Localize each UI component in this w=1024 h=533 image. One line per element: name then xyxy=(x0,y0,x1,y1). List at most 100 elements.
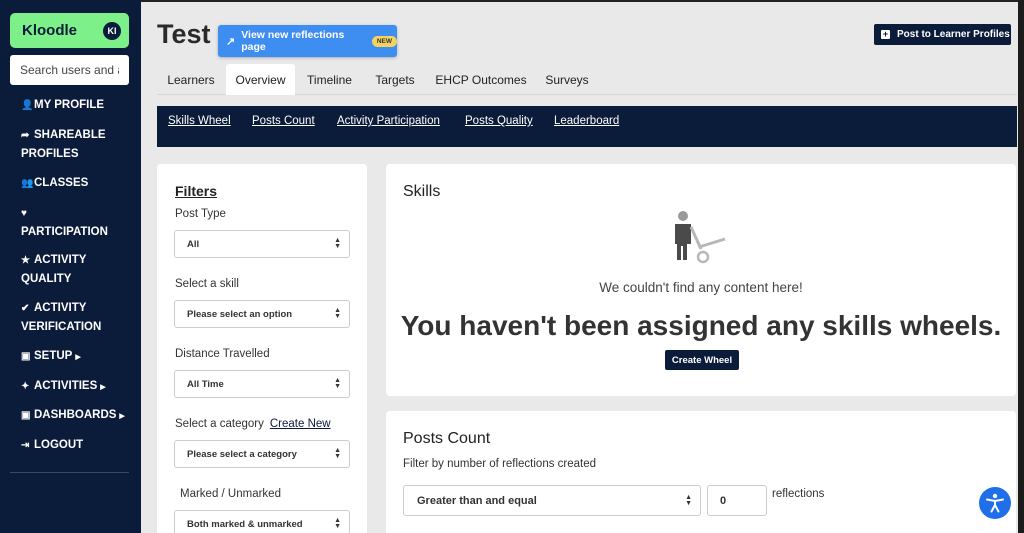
search-users-input[interactable] xyxy=(10,55,129,85)
posts-count-card: Posts Count Filter by number of reflecti… xyxy=(386,411,1016,533)
marked-select[interactable]: Both marked & unmarked ▲ ▼ xyxy=(174,510,350,533)
sidebar-item-label: LOGOUT xyxy=(34,439,84,451)
sidebar-item-label: PARTICIPATION xyxy=(21,226,108,238)
skills-title: Skills xyxy=(403,183,441,200)
window-top-border xyxy=(0,0,1024,2)
sidebar-item-label: MY PROFILE xyxy=(34,99,105,111)
select-arrows-icon: ▲ ▼ xyxy=(685,494,692,507)
empty-headline: You haven't been assigned any skills whe… xyxy=(400,310,1002,341)
brand-logo[interactable]: Kloodle KI xyxy=(10,13,129,48)
sidebar-item-activity-verification[interactable]: ✔ ACTIVITY VERIFICATION xyxy=(21,299,133,336)
setup-icon: ▣ xyxy=(21,351,31,362)
caret-right-icon: ▶ xyxy=(100,384,106,391)
tab-learners[interactable]: Learners xyxy=(157,64,225,95)
activities-icon: ✦ xyxy=(21,381,30,392)
marked-label: Marked / Unmarked xyxy=(180,488,281,500)
accessibility-button[interactable] xyxy=(979,487,1011,519)
new-badge: NEW xyxy=(371,35,397,47)
heart-icon: ♥ xyxy=(21,208,27,219)
subnav-posts-count[interactable]: Posts Count xyxy=(252,115,315,127)
tab-overview[interactable]: Overview xyxy=(226,64,295,95)
sidebar-item-participation[interactable]: ♥ PARTICIPATION xyxy=(21,204,133,241)
sidebar: Kloodle KI 👤MY PROFILE ➦SHAREABLE PROFIL… xyxy=(0,0,141,533)
reflections-suffix: reflections xyxy=(772,488,825,500)
brand-name: Kloodle xyxy=(22,22,77,39)
sidebar-item-label: SETUP xyxy=(34,350,73,362)
filters-title: Filters xyxy=(175,183,218,199)
star-icon: ★ xyxy=(21,255,30,266)
tab-targets[interactable]: Targets xyxy=(364,64,426,95)
user-initials-badge[interactable]: KI xyxy=(103,21,121,40)
users-icon: 👥 xyxy=(21,178,34,189)
post-type-label: Post Type xyxy=(175,208,226,220)
subnav-posts-quality[interactable]: Posts Quality xyxy=(465,115,533,127)
caret-right-icon: ▶ xyxy=(119,413,125,420)
post-button-label: Post to Learner Profiles xyxy=(897,29,1010,40)
marked-value: Both marked & unmarked xyxy=(187,518,303,530)
accessibility-icon xyxy=(986,493,1004,513)
subnav-skills-wheel[interactable]: Skills Wheel xyxy=(168,115,231,127)
create-category-link[interactable]: Create New xyxy=(270,418,331,430)
skill-select[interactable]: Please select an option ▲ ▼ xyxy=(174,300,350,328)
plus-square-icon: + xyxy=(881,29,890,39)
posts-count-title: Posts Count xyxy=(403,430,491,447)
select-arrows-icon: ▲ ▼ xyxy=(334,517,341,530)
category-label-row: Select a category Create New xyxy=(175,418,331,430)
sidebar-item-activity-quality[interactable]: ★ ACTIVITY QUALITY xyxy=(21,251,133,288)
sidebar-item-activities[interactable]: ✦ ACTIVITIES ▶ xyxy=(21,377,133,397)
select-arrows-icon: ▲ ▼ xyxy=(334,377,341,390)
skill-label: Select a skill xyxy=(175,278,239,290)
sidebar-item-logout[interactable]: ⇥ LOGOUT xyxy=(21,436,133,455)
window-right-border xyxy=(1018,0,1024,533)
sidebar-item-label: DASHBOARDS xyxy=(34,409,117,421)
post-type-select[interactable]: All ▲ ▼ xyxy=(174,230,350,258)
empty-message: We couldn't find any content here! xyxy=(599,280,803,295)
sidebar-item-shareable-profiles[interactable]: ➦ SHAREABLE PROFILES xyxy=(21,126,133,163)
tab-ehcp-outcomes[interactable]: EHCP Outcomes xyxy=(429,64,533,95)
tab-bar: Learners Overview Timeline Targets EHCP … xyxy=(157,64,1017,95)
caret-right-icon: ▶ xyxy=(75,354,81,361)
category-select[interactable]: Please select a category ▲ ▼ xyxy=(174,440,350,468)
user-icon: 👤 xyxy=(21,100,34,111)
skill-value: Please select an option xyxy=(187,308,293,320)
select-arrows-icon: ▲ ▼ xyxy=(334,447,341,460)
comparator-value: Greater than and equal xyxy=(417,494,537,507)
external-link-icon: ↗ xyxy=(226,35,236,48)
category-value: Please select a category xyxy=(187,448,297,460)
reflections-count-input[interactable]: 0 xyxy=(707,485,767,516)
distance-label: Distance Travelled xyxy=(175,348,270,360)
share-icon: ➦ xyxy=(21,130,30,141)
tab-surveys[interactable]: Surveys xyxy=(535,64,599,95)
dashboard-icon: ▣ xyxy=(21,410,31,421)
select-arrows-icon: ▲ ▼ xyxy=(334,237,341,250)
sidebar-item-label: SHAREABLE PROFILES xyxy=(21,129,106,160)
posts-count-subtitle: Filter by number of reflections created xyxy=(403,458,597,470)
category-label: Select a category xyxy=(175,418,264,430)
post-type-value: All xyxy=(187,238,200,250)
sidebar-item-dashboards[interactable]: ▣ DASHBOARDS ▶ xyxy=(21,406,133,426)
distance-select[interactable]: All Time ▲ ▼ xyxy=(174,370,350,398)
view-reflections-button[interactable]: ↗ View new reflections page NEW xyxy=(218,25,397,57)
create-wheel-button[interactable]: Create Wheel xyxy=(665,350,739,370)
sidebar-item-my-profile[interactable]: 👤MY PROFILE xyxy=(21,96,133,115)
sidebar-item-label: CLASSES xyxy=(34,177,89,189)
tab-timeline[interactable]: Timeline xyxy=(297,64,362,95)
sidebar-item-classes[interactable]: 👥CLASSES xyxy=(21,174,133,193)
distance-value: All Time xyxy=(187,378,224,390)
sidebar-item-setup[interactable]: ▣ SETUP ▶ xyxy=(21,347,133,367)
subnav-leaderboard[interactable]: Leaderboard xyxy=(554,115,619,127)
comparator-select[interactable]: Greater than and equal ▲ ▼ xyxy=(403,485,701,516)
sidebar-divider xyxy=(10,472,129,473)
page-title: Test xyxy=(157,19,211,49)
check-circle-icon: ✔ xyxy=(21,303,30,314)
overview-subnav: Skills Wheel Posts Count Activity Partic… xyxy=(157,106,1017,147)
subnav-activity-participation[interactable]: Activity Participation xyxy=(337,115,440,127)
view-reflections-label: View new reflections page xyxy=(241,29,345,53)
empty-state-icon xyxy=(675,211,726,264)
logout-icon: ⇥ xyxy=(21,440,30,451)
post-to-learner-profiles-button[interactable]: + Post to Learner Profiles xyxy=(874,24,1011,45)
select-arrows-icon: ▲ ▼ xyxy=(334,307,341,320)
filters-panel: Filters Post Type All ▲ ▼ Select a skill … xyxy=(157,164,367,533)
skills-card: Skills We couldn't find any content here… xyxy=(386,164,1016,396)
sidebar-item-label: ACTIVITIES xyxy=(34,380,98,392)
